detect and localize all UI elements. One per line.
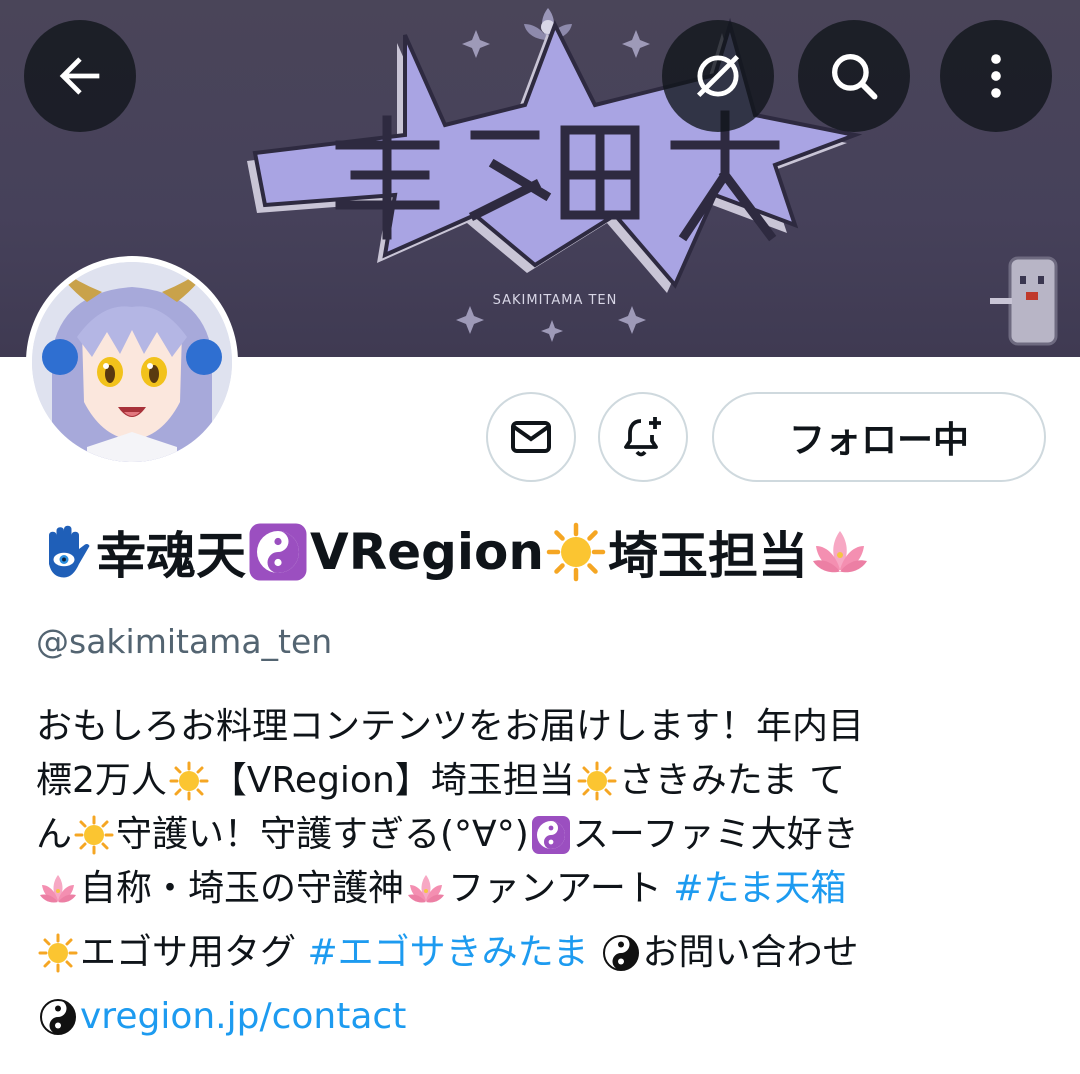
- avatar-illustration: [32, 262, 232, 462]
- hashtag-link[interactable]: #エゴサきみたま: [307, 926, 588, 980]
- hamsa-emoji: [34, 522, 94, 582]
- sun-emoji: [74, 815, 114, 855]
- following-button[interactable]: フォロー中: [712, 392, 1046, 482]
- lotus-emoji: [810, 522, 870, 582]
- bell-plus-icon: [624, 417, 661, 457]
- profile-bio: おもしろお料理コンテンツをお届けします！年内目 標2万人 【VRegion】埼玉…: [36, 700, 1046, 1044]
- translate-globe-icon: [696, 54, 740, 98]
- bio-text: スーファミ大好き: [572, 814, 859, 855]
- message-button[interactable]: [486, 392, 576, 482]
- lotus-emoji: [38, 869, 78, 909]
- search-icon: [832, 54, 878, 100]
- yin-yang-bw-emoji: [38, 997, 78, 1037]
- bio-text: 自称・埼玉の守護神: [80, 868, 405, 909]
- name-part-region: 埼玉担当: [607, 527, 808, 585]
- display-name: 幸魂天 VRegion 埼玉担当: [34, 512, 870, 592]
- bio-text: さきみたま て: [618, 760, 846, 801]
- bio-line: vregion.jp/contact: [36, 990, 1046, 1044]
- bio-text: 守護い！守護すぎる(°∀°): [116, 814, 529, 855]
- bio-text: お問い合わせ: [642, 932, 859, 973]
- bio-text: ん: [36, 814, 73, 855]
- name-part-main: 幸魂天: [96, 527, 246, 585]
- yin-yang-emoji: [248, 522, 308, 582]
- bio-text: おもしろお料理コンテンツをお届けします！年内目: [36, 706, 865, 747]
- yin-yang-emoji: [531, 815, 571, 855]
- more-options-button[interactable]: [940, 20, 1052, 132]
- back-button[interactable]: [24, 20, 136, 132]
- bio-line: おもしろお料理コンテンツをお届けします！年内目: [36, 700, 1046, 754]
- hashtag-link[interactable]: #たま天箱: [673, 862, 846, 916]
- bio-text: エゴサ用タグ: [80, 932, 308, 973]
- arrow-left-icon: [59, 57, 100, 95]
- envelope-icon: [511, 421, 551, 453]
- bio-text: 標2万人: [36, 760, 167, 801]
- lotus-emoji: [406, 869, 446, 909]
- translate-button[interactable]: [662, 20, 774, 132]
- bio-text: ファンアート: [448, 868, 674, 909]
- bio-line: 標2万人 【VRegion】埼玉担当 さきみたま て: [36, 754, 1046, 808]
- contact-link[interactable]: vregion.jp/contact: [80, 990, 406, 1044]
- sun-emoji: [546, 522, 606, 582]
- more-vertical-icon: [991, 54, 1001, 98]
- sun-emoji: [577, 761, 617, 801]
- name-part-vregion: VRegion: [310, 523, 544, 581]
- bio-line: 自称・埼玉の守護神 ファンアート #たま天箱: [36, 862, 1046, 916]
- bio-text: 【VRegion】埼玉担当: [210, 760, 575, 801]
- sun-emoji: [169, 761, 209, 801]
- bio-line: ん 守護い！守護すぎる(°∀°) スーファミ大好き: [36, 808, 1046, 862]
- sun-emoji: [38, 933, 78, 973]
- notifications-button[interactable]: [598, 392, 688, 482]
- profile-avatar[interactable]: [26, 256, 238, 468]
- user-handle: @sakimitama_ten: [36, 622, 333, 661]
- yin-yang-bw-emoji: [601, 933, 641, 973]
- banner-logo-subtitle: SAKIMITAMA TEN: [493, 293, 618, 308]
- bio-line: エゴサ用タグ #エゴサきみたま お問い合わせ: [36, 926, 1046, 980]
- search-button[interactable]: [798, 20, 910, 132]
- pixel-ghost-icon: [990, 256, 1058, 346]
